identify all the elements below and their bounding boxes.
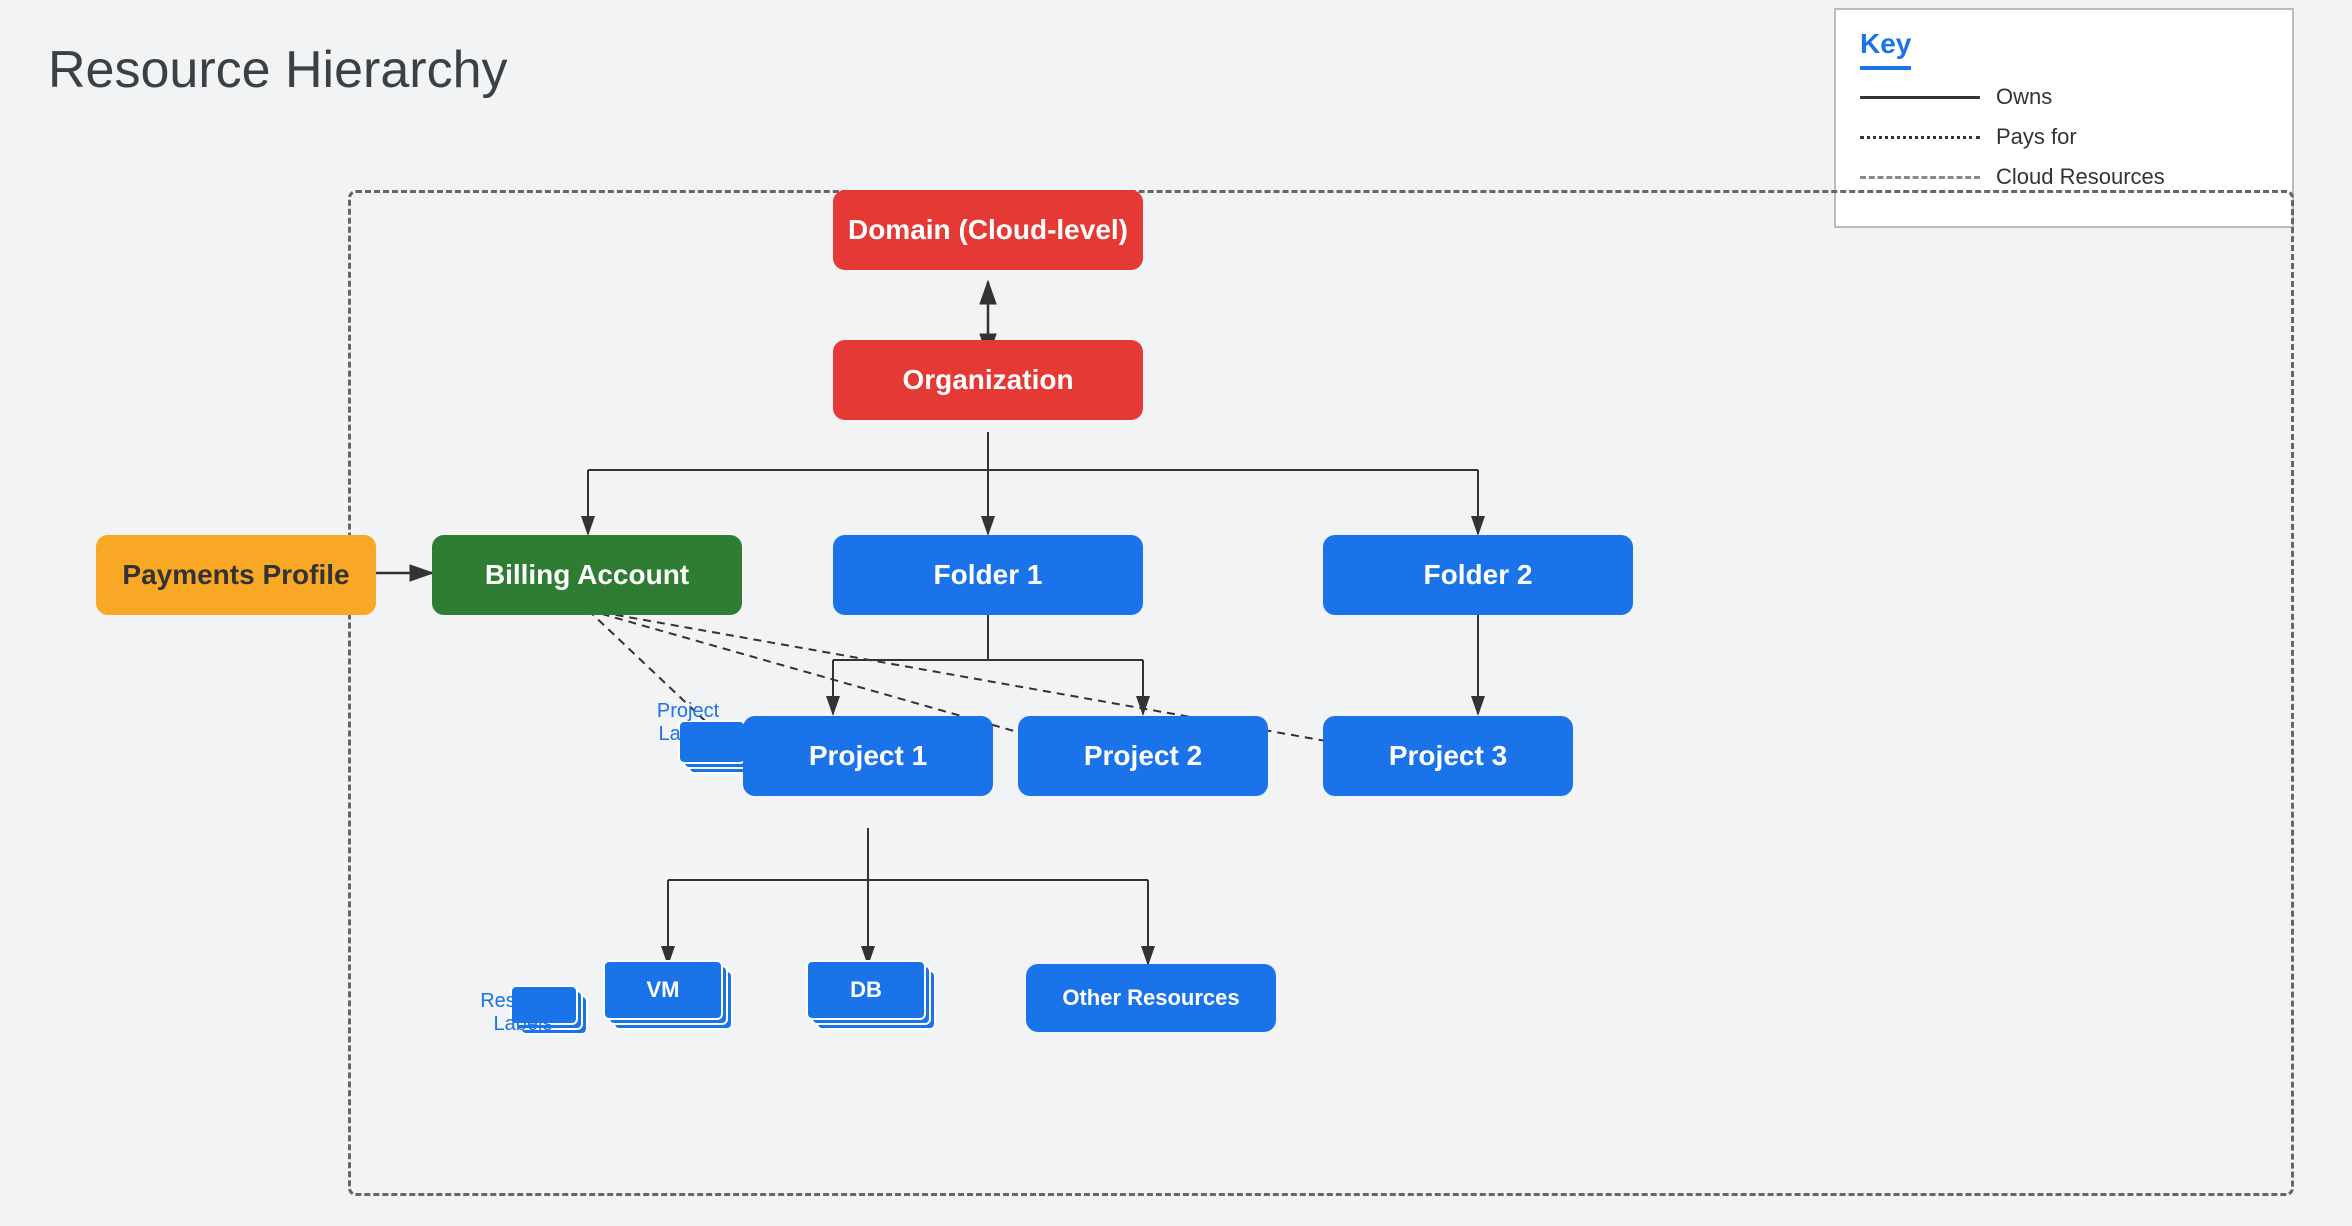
domain-node: Domain (Cloud-level) xyxy=(833,190,1143,270)
organization-node: Organization xyxy=(833,340,1143,420)
project2-node: Project 2 xyxy=(1018,716,1268,796)
project3-node: Project 3 xyxy=(1323,716,1573,796)
project1-node: Project 1 xyxy=(743,716,993,796)
resource-labels-label: Resource Labels xyxy=(468,990,578,1036)
other-resources-node: Other Resources xyxy=(1026,964,1276,1032)
page-title: Resource Hierarchy xyxy=(48,40,508,100)
key-owns-label: Owns xyxy=(1996,84,2052,110)
folder1-node: Folder 1 xyxy=(833,535,1143,615)
payments-profile-node: Payments Profile xyxy=(96,535,376,615)
hierarchy-container xyxy=(348,190,2294,1196)
solid-line-icon xyxy=(1860,96,1980,99)
key-title: Key xyxy=(1860,28,1911,70)
diagram: Domain (Cloud-level) Organization Billin… xyxy=(48,130,2294,1196)
billing-account-node: Billing Account xyxy=(432,535,742,615)
folder2-node: Folder 2 xyxy=(1323,535,1633,615)
project-labels-label: Project Labels xyxy=(638,700,738,746)
